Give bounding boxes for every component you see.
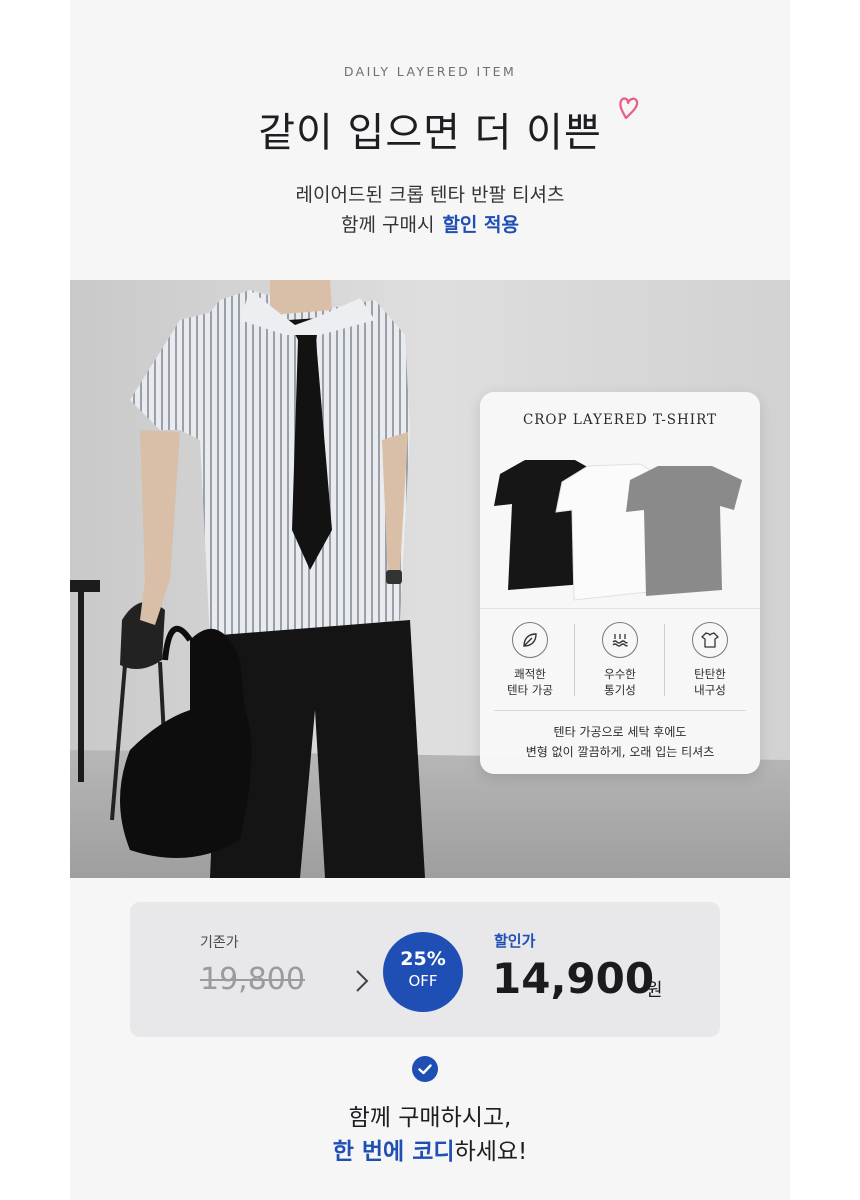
subline-discount: 함께 구매시 할인 적용 <box>70 210 790 237</box>
headline: 같이 입으면 더 이쁜 <box>258 110 602 156</box>
cta-highlight: 한 번에 코디 <box>332 1139 455 1165</box>
page: DAILY LAYERED ITEM 같이 입으면 더 이쁜 레이어드된 크롭 … <box>0 0 860 1200</box>
sale-price-unit: 원 <box>646 980 663 1001</box>
feature-breathable: 우수한통기성 <box>575 622 665 698</box>
discount-badge: 25% OFF <box>383 932 463 1012</box>
card-note: 텐타 가공으로 세탁 후에도 변형 없이 깔끔하게, 오래 입는 티셔츠 <box>480 722 760 762</box>
discount-percent: 25% <box>400 948 446 970</box>
discount-off: OFF <box>408 972 438 990</box>
feature-durable-line2: 내구성 <box>694 683 726 697</box>
subline-product: 레이어드된 크롭 텐타 반팔 티셔츠 <box>295 184 565 206</box>
tshirt-icon <box>692 622 728 658</box>
sale-price: 14,900 <box>492 954 655 1003</box>
cta-line1: 함께 구매하시고, <box>348 1105 512 1131</box>
chevron-right-icon <box>356 970 369 992</box>
content-column: DAILY LAYERED ITEM 같이 입으면 더 이쁜 레이어드된 크롭 … <box>70 0 790 1200</box>
card-divider <box>494 710 746 711</box>
original-price: 19,800 <box>200 962 305 997</box>
feature-durable-line1: 탄탄한 <box>694 667 726 681</box>
check-icon <box>412 1056 438 1082</box>
tshirt-colors-illustration <box>494 460 742 601</box>
feature-breathable-line2: 통기성 <box>604 683 636 697</box>
model-photo: CROP LAYERED T-SHIRT 쾌적한 텐타 가공 우수한 통기성 탄… <box>70 280 790 878</box>
feature-tenta-line2: 텐타 가공 <box>507 683 553 697</box>
cta-line2: 한 번에 코디하세요! <box>70 1132 790 1166</box>
sale-price-label: 할인가 <box>494 932 536 950</box>
feature-tenta-line1: 쾌적한 <box>514 667 546 681</box>
price-box: 기존가 19,800 25% OFF 할인가 14,900 원 <box>130 902 720 1037</box>
leaf-icon <box>512 622 548 658</box>
card-title: CROP LAYERED T-SHIRT <box>522 412 718 428</box>
feature-breathable-line1: 우수한 <box>604 667 636 681</box>
eyebrow-text: DAILY LAYERED ITEM <box>343 64 517 79</box>
original-price-label: 기존가 <box>200 935 239 951</box>
subline-prefix: 함께 구매시 <box>341 214 435 236</box>
cta-rest: 하세요! <box>454 1139 528 1165</box>
subline-accent: 할인 적용 <box>442 214 519 236</box>
feature-durable: 탄탄한내구성 <box>665 622 755 698</box>
card-divider <box>480 608 760 609</box>
card-note-line1: 텐타 가공으로 세탁 후에도 <box>553 725 687 739</box>
card-note-line2: 변형 없이 깔끔하게, 오래 입는 티셔츠 <box>525 745 715 759</box>
product-card: CROP LAYERED T-SHIRT 쾌적한 텐타 가공 우수한 통기성 탄… <box>480 392 760 774</box>
breathable-icon <box>602 622 638 658</box>
feature-tenta: 쾌적한텐타 가공 <box>485 622 575 698</box>
heart-icon <box>619 97 639 120</box>
